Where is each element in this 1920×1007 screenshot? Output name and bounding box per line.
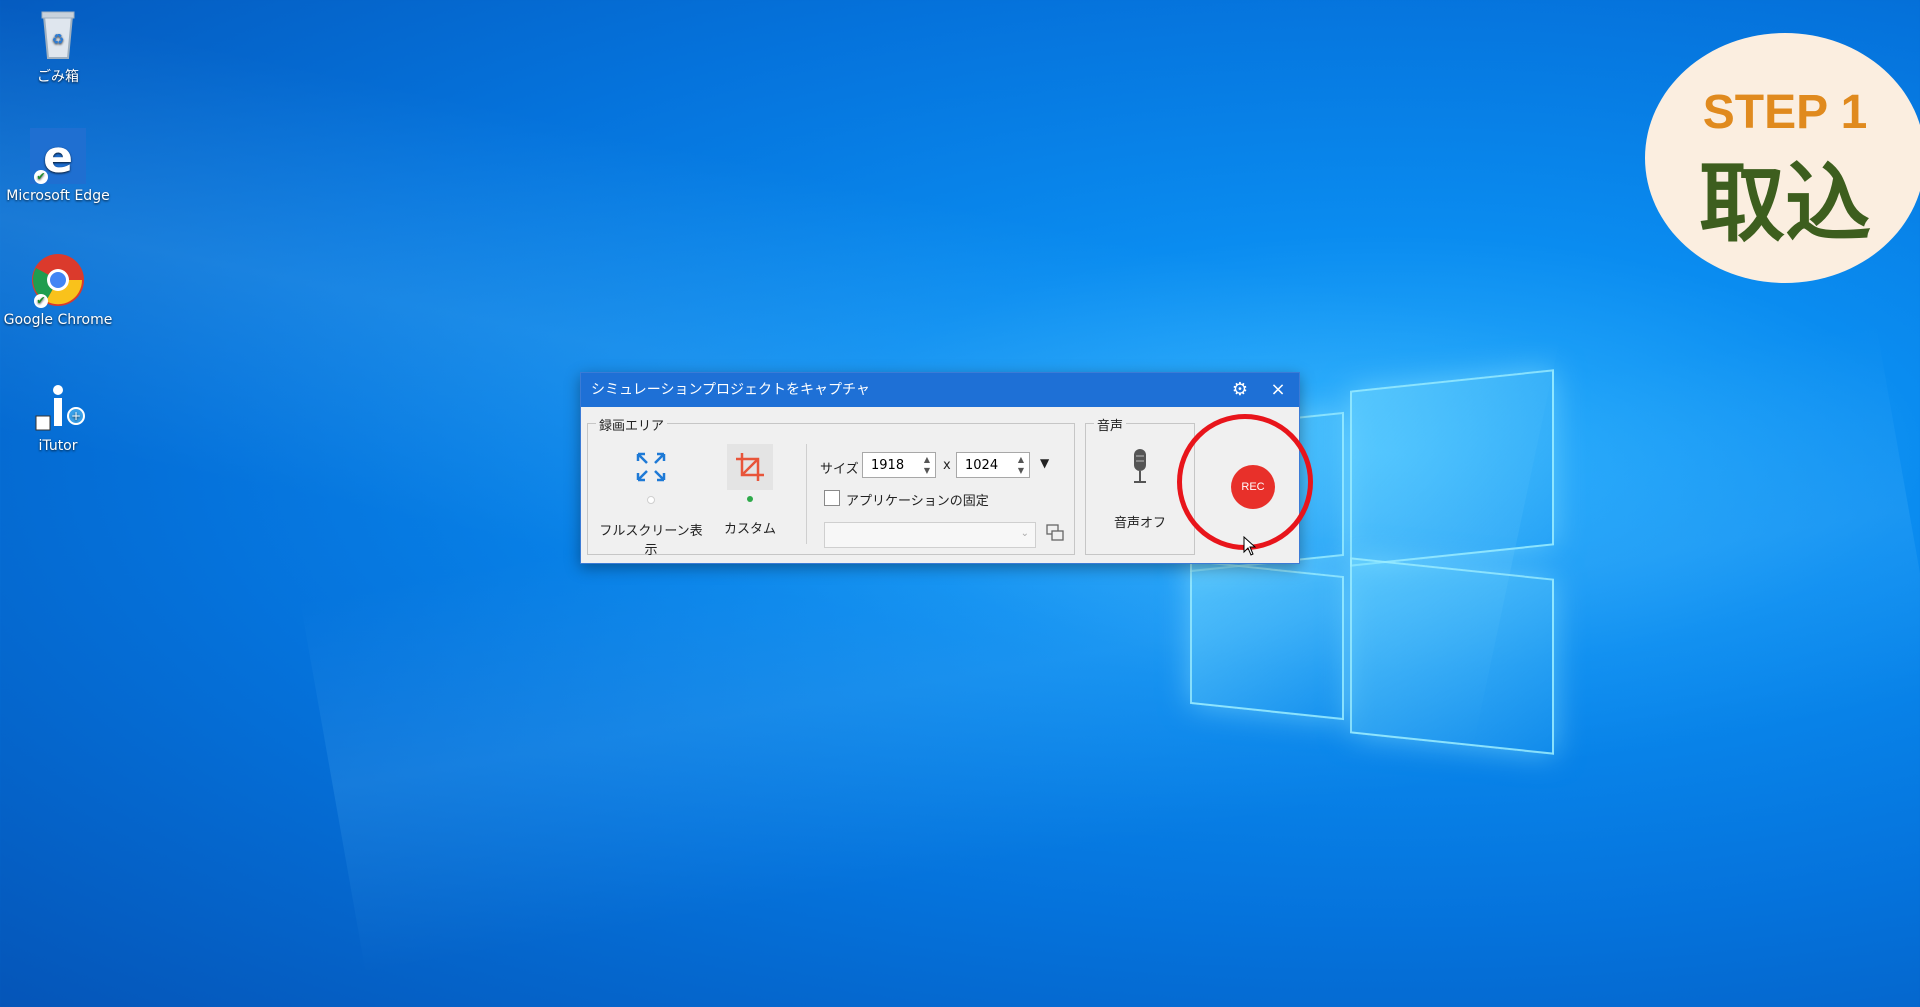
desktop-icon-label: ごみ箱 xyxy=(37,69,79,85)
gear-icon[interactable]: ⚙ xyxy=(1223,373,1257,407)
mouse-cursor-icon xyxy=(1243,535,1257,560)
desktop-icon-recycle-bin[interactable]: ♻ ごみ箱 xyxy=(0,6,116,86)
fullscreen-icon xyxy=(628,444,674,490)
sync-check-icon: ✔ xyxy=(34,170,48,184)
mic-toggle-button[interactable]: 音声オフ xyxy=(1092,444,1188,531)
desktop-icon-label: iTutor xyxy=(38,438,78,454)
stepper-arrows-icon[interactable]: ▲ ▼ xyxy=(1015,454,1027,476)
highlight-ring xyxy=(1177,414,1313,550)
edge-icon: e ✔ xyxy=(30,128,86,184)
height-stepper[interactable]: 1024 ▲ ▼ xyxy=(956,452,1030,478)
dialog-title: シミュレーションプロジェクトをキャプチャ xyxy=(591,382,870,398)
app-lock-checkbox[interactable] xyxy=(824,490,840,506)
height-value: 1024 xyxy=(965,458,999,473)
window-pick-icon[interactable] xyxy=(1046,524,1064,542)
mic-label: 音声オフ xyxy=(1113,516,1166,531)
fullscreen-label: フルスクリーン表示 xyxy=(599,524,703,558)
desktop-icon-edge[interactable]: e ✔ Microsoft Edge xyxy=(0,128,116,204)
recycle-bin-icon: ♻ xyxy=(30,6,86,62)
stepper-arrows-icon[interactable]: ▲ ▼ xyxy=(921,454,933,476)
record-area-label: 録画エリア xyxy=(596,415,668,434)
step-title: 取込 xyxy=(1699,153,1871,254)
app-lock-label: アプリケーションの固定 xyxy=(846,494,989,509)
width-stepper[interactable]: 1918 ▲ ▼ xyxy=(862,452,936,478)
step-number: STEP 1 xyxy=(1702,86,1868,139)
sync-check-icon: ✔ xyxy=(34,294,48,308)
logo-pane xyxy=(1350,557,1554,755)
logo-pane xyxy=(1190,559,1344,721)
close-button[interactable]: × xyxy=(1261,373,1295,407)
logo-pane xyxy=(1350,369,1554,567)
chrome-icon: ✔ xyxy=(30,252,86,308)
step-badge: STEP 1 取込 xyxy=(1645,33,1920,283)
size-preset-dropdown-icon[interactable]: ▼ xyxy=(1040,456,1049,470)
microphone-icon xyxy=(1117,444,1163,490)
desktop-icon-chrome[interactable]: ✔ Google Chrome xyxy=(0,252,116,328)
svg-text:♻: ♻ xyxy=(52,32,65,48)
crop-icon xyxy=(727,444,773,490)
svg-text:+: + xyxy=(71,409,81,423)
size-label: サイズ xyxy=(820,462,859,477)
width-value: 1918 xyxy=(871,458,905,473)
dialog-titlebar[interactable]: シミュレーションプロジェクトをキャプチャ ⚙ × xyxy=(581,373,1299,407)
desktop-icon-label: Google Chrome xyxy=(3,312,113,328)
itutor-icon: + xyxy=(30,378,86,434)
fullscreen-indicator xyxy=(647,496,655,504)
chevron-down-icon: ⌄ xyxy=(1020,528,1029,539)
audio-label: 音声 xyxy=(1094,415,1127,434)
size-separator: x xyxy=(943,458,951,473)
divider xyxy=(806,444,807,544)
custom-label: カスタム xyxy=(723,522,776,537)
application-select[interactable]: ⌄ xyxy=(824,522,1036,548)
fullscreen-button[interactable]: フルスクリーン表示 xyxy=(596,444,706,558)
desktop-icon-label: Microsoft Edge xyxy=(6,188,110,204)
desktop-icon-itutor[interactable]: + iTutor xyxy=(0,378,116,454)
custom-indicator xyxy=(747,496,753,502)
record-area-group: 録画エリア フルスクリーン表示 カスタム サイズ 1918 ▲ ▼ x 1024… xyxy=(587,415,1075,558)
custom-button[interactable]: カスタム xyxy=(710,444,790,537)
